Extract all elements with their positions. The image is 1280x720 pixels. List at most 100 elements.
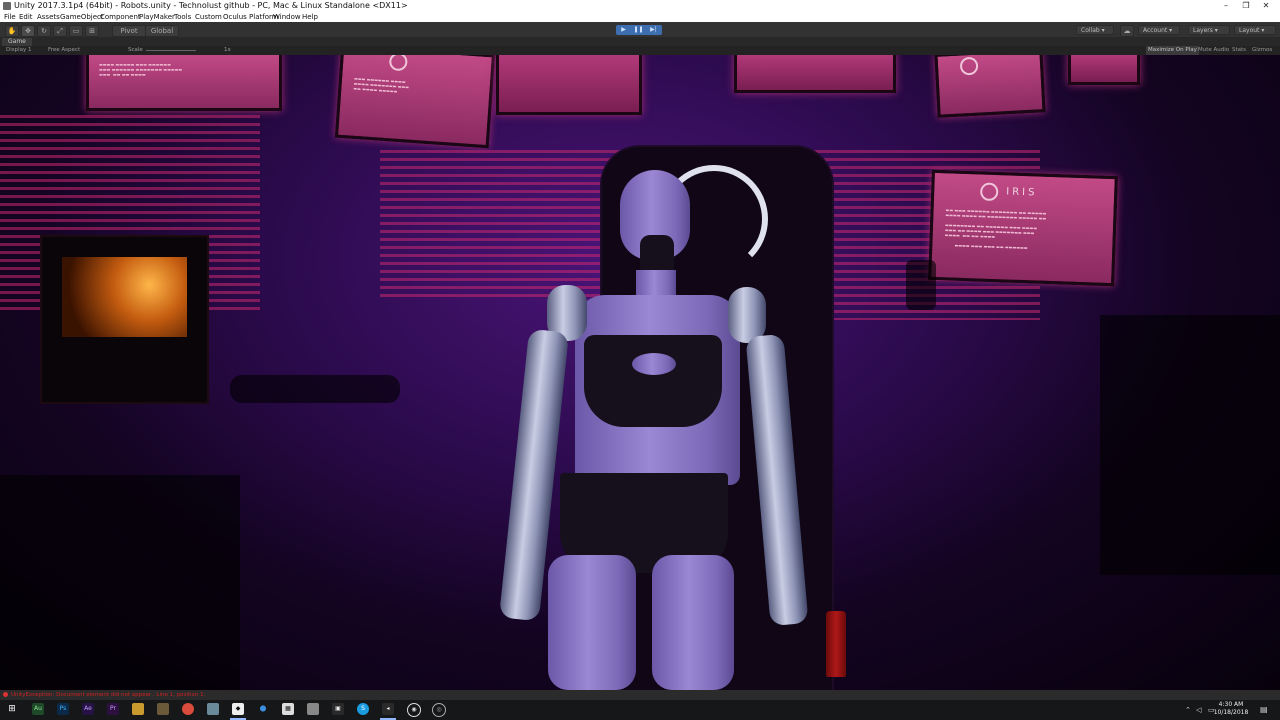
- hanging-device: [906, 260, 936, 310]
- game-view-render: ▬▬▬▬ ▬▬▬▬▬ ▬▬▬ ▬▬▬▬▬▬ ▬▬▬ ▬▬▬▬▬▬ ▬▬▬▬▬▬▬…: [0, 55, 1280, 690]
- menu-file[interactable]: File: [4, 12, 16, 22]
- file-explorer-icon[interactable]: [132, 703, 144, 715]
- console-status-bar[interactable]: UnityException: Document element did not…: [0, 690, 1280, 700]
- right-leg: [652, 555, 734, 690]
- menu-oculus-platform[interactable]: Oculus Platform: [223, 12, 279, 22]
- skype-icon[interactable]: S: [357, 703, 369, 715]
- pause-icon[interactable]: ❚❚: [631, 25, 646, 35]
- iris-title: IRIS: [1006, 186, 1038, 199]
- step-icon[interactable]: ▶|: [646, 25, 661, 35]
- rotate-icon: ↻: [41, 27, 47, 35]
- maximize-on-play-toggle[interactable]: Maximize On Play: [1146, 46, 1199, 55]
- scale-slider[interactable]: [146, 50, 196, 51]
- scale-icon: ⤢: [57, 27, 63, 35]
- notes-icon[interactable]: [207, 703, 219, 715]
- cloud-icon: ☁: [1123, 27, 1131, 35]
- menu-bar: File Edit Assets GameObject Component Pl…: [0, 12, 1280, 22]
- hand-icon: ✋: [7, 27, 17, 35]
- play-icon[interactable]: ▶: [616, 25, 631, 35]
- gizmos-toggle[interactable]: Gizmos: [1252, 46, 1272, 55]
- clock-date: 10/18/2018: [1213, 709, 1249, 716]
- after-effects-icon[interactable]: Ae: [82, 703, 94, 715]
- move-tool-button[interactable]: ✥: [21, 25, 35, 37]
- maps-pin-icon[interactable]: ⬤: [257, 703, 269, 715]
- obs-icon[interactable]: ◉: [407, 703, 421, 717]
- cloud-button[interactable]: ☁: [1120, 25, 1134, 37]
- rect-tool-button[interactable]: ▭: [69, 25, 83, 37]
- close-button[interactable]: ✕: [1256, 0, 1276, 12]
- right-machinery: [1100, 315, 1280, 575]
- pivot-toggle[interactable]: Pivot: [112, 25, 146, 37]
- rect-icon: ▭: [72, 27, 80, 35]
- display-select[interactable]: Display 1: [6, 46, 32, 55]
- pc-lit-interior: [62, 257, 187, 337]
- menu-component[interactable]: Component: [100, 12, 141, 22]
- unity-icon[interactable]: ◆: [232, 703, 244, 715]
- app-circle-icon[interactable]: ◎: [432, 703, 446, 717]
- system-clock[interactable]: 4:30 AM 10/18/2018: [1211, 701, 1251, 717]
- menu-edit[interactable]: Edit: [19, 12, 33, 22]
- windows-taskbar: ⊞ Au Ps Ae Pr ◆ ⬤ ▦ ▣ S ◂ ◉ ◎ ⌃ ◁ ▭ 4:30…: [0, 700, 1280, 720]
- terminal-text: ▬▬ ▬▬▬ ▬▬▬▬▬▬ ▬▬▬▬▬▬▬ ▬▬ ▬▬▬▬▬ ▬▬▬▬ ▬▬▬▬…: [944, 207, 1047, 251]
- mute-audio-toggle[interactable]: Mute Audio: [1198, 46, 1229, 55]
- monitor-top-center-left: ▬▬▬ ▬▬▬▬▬▬ ▬▬▬▬ ▬▬▬▬ ▬▬▬▬▬▬▬ ▬▬▬ ▬▬ ▬▬▬▬…: [334, 55, 496, 149]
- account-dropdown[interactable]: Account ▾: [1138, 25, 1180, 35]
- minimize-button[interactable]: –: [1216, 0, 1236, 12]
- notifications-icon[interactable]: ▤: [1260, 705, 1268, 715]
- desk-shelf: [230, 375, 400, 403]
- app-icon[interactable]: [307, 703, 319, 715]
- monitor-far-right: [1068, 55, 1140, 85]
- monitor-top-center: [496, 55, 642, 115]
- aspect-select[interactable]: Free Aspect: [48, 46, 80, 55]
- iris-logo-icon: [388, 55, 408, 72]
- transform-tool-button[interactable]: ⊞: [85, 25, 99, 37]
- collab-dropdown[interactable]: Collab ▾: [1076, 25, 1114, 35]
- menu-gameobject[interactable]: GameObject: [60, 12, 104, 22]
- windows-start-icon[interactable]: ⊞: [6, 703, 18, 715]
- volume-icon[interactable]: ◁: [1196, 705, 1201, 715]
- clock-time: 4:30 AM: [1218, 701, 1244, 708]
- iris-logo-icon: [979, 182, 999, 202]
- unity-hub-icon[interactable]: ◂: [382, 703, 394, 715]
- menu-help[interactable]: Help: [302, 12, 318, 22]
- menu-playmaker[interactable]: PlayMaker: [139, 12, 175, 22]
- tray-chevron-icon[interactable]: ⌃: [1185, 705, 1191, 715]
- right-shoulder: [728, 287, 766, 343]
- crop-top-cutout: [632, 353, 676, 375]
- menu-custom[interactable]: Custom: [195, 12, 222, 22]
- app-window-icon[interactable]: ▣: [332, 703, 344, 715]
- calculator-icon[interactable]: ▦: [282, 703, 294, 715]
- menu-window[interactable]: Window: [273, 12, 301, 22]
- tab-game[interactable]: Game: [2, 38, 32, 46]
- layout-dropdown[interactable]: Layout ▾: [1234, 25, 1276, 35]
- chrome-icon[interactable]: [182, 703, 194, 715]
- move-icon: ✥: [25, 27, 31, 35]
- monitor-text: ▬▬▬ ▬▬▬▬▬▬ ▬▬▬▬ ▬▬▬▬ ▬▬▬▬▬▬▬ ▬▬▬ ▬▬ ▬▬▬▬…: [353, 75, 410, 94]
- window-title: Unity 2017.3.1p4 (64bit) - Robots.unity …: [14, 1, 408, 10]
- pivot-label: Pivot: [120, 27, 138, 35]
- hand-tool-button[interactable]: ✋: [5, 25, 19, 37]
- premiere-icon[interactable]: Pr: [107, 703, 119, 715]
- monitor-text: ▬▬▬▬ ▬▬▬▬▬ ▬▬▬ ▬▬▬▬▬▬ ▬▬▬ ▬▬▬▬▬▬ ▬▬▬▬▬▬▬…: [99, 62, 183, 77]
- monitor-top-center-right: [734, 55, 896, 93]
- folder-icon[interactable]: [157, 703, 169, 715]
- game-tab-strip: Game: [0, 37, 1280, 46]
- maximize-button[interactable]: ❐: [1236, 0, 1256, 12]
- crop-top: [584, 335, 722, 427]
- monitor-top-right: [934, 55, 1046, 118]
- menu-assets[interactable]: Assets: [37, 12, 60, 22]
- layers-dropdown[interactable]: Layers ▾: [1188, 25, 1230, 35]
- scale-label: Scale: [128, 47, 143, 53]
- audition-icon[interactable]: Au: [32, 703, 44, 715]
- global-toggle[interactable]: Global: [145, 25, 179, 37]
- scale-tool-button[interactable]: ⤢: [53, 25, 67, 37]
- unity-logo-icon: [3, 2, 11, 10]
- stats-toggle[interactable]: Stats: [1232, 46, 1246, 55]
- photoshop-icon[interactable]: Ps: [57, 703, 69, 715]
- iris-logo-icon: [959, 56, 979, 76]
- menu-tools[interactable]: Tools: [174, 12, 191, 22]
- rotate-tool-button[interactable]: ↻: [37, 25, 51, 37]
- fire-extinguisher: [826, 611, 846, 677]
- layers-label: Layers: [1193, 27, 1213, 34]
- global-label: Global: [150, 27, 174, 35]
